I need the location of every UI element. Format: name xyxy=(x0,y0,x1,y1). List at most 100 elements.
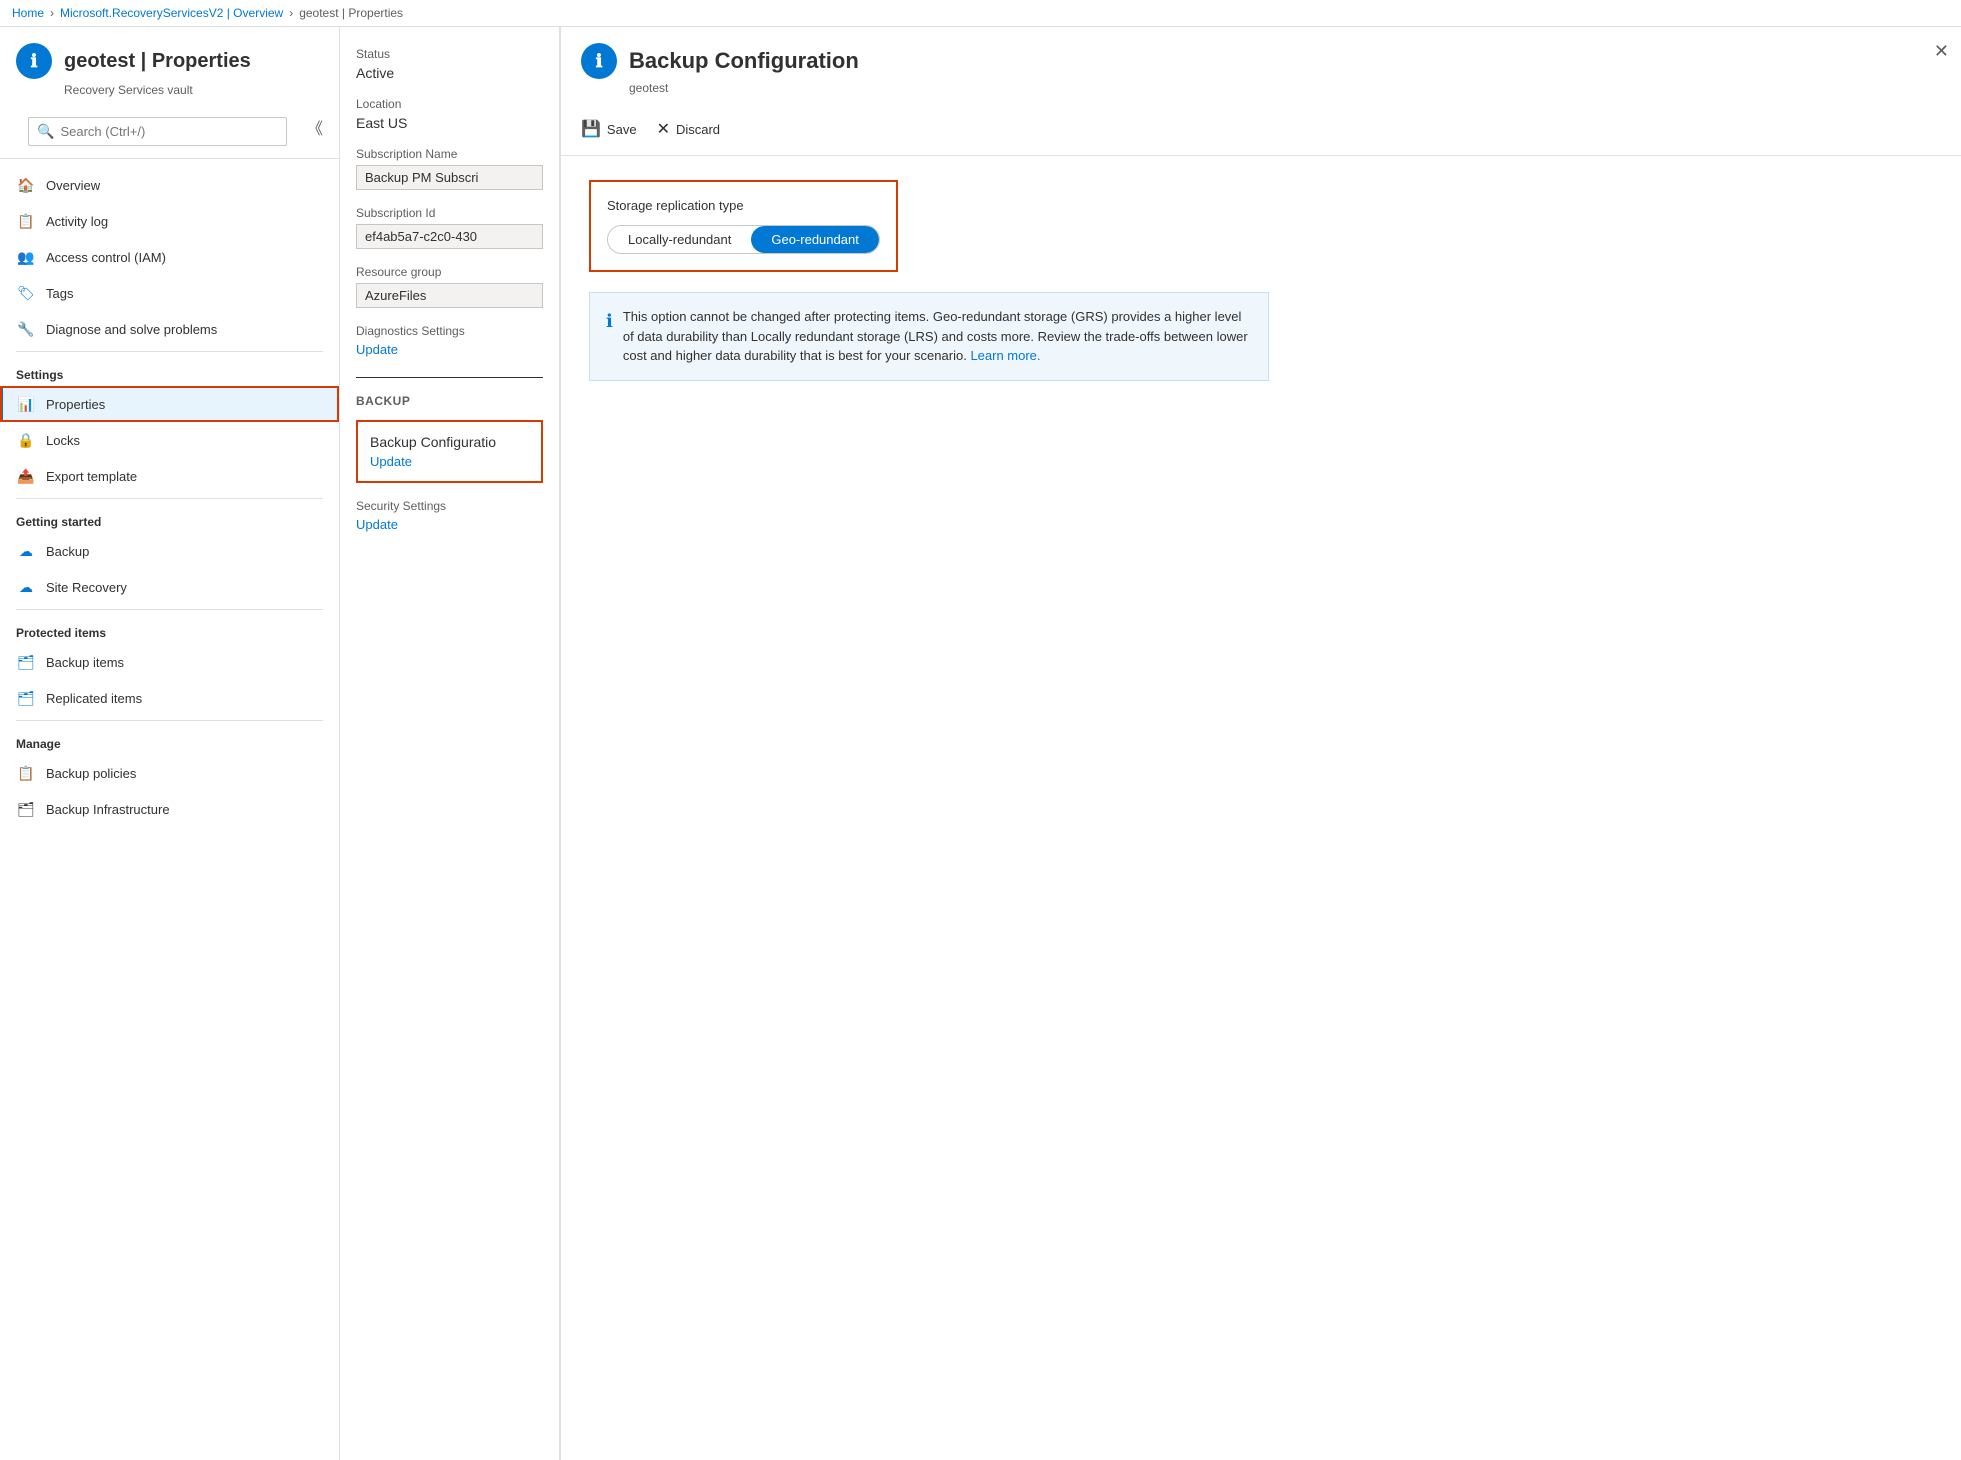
subscription-id-value: ef4ab5a7-c2c0-430 xyxy=(356,224,543,249)
backup-cloud-icon: ☁ xyxy=(16,541,36,561)
sidebar-item-backup-policies[interactable]: 📋 Backup policies xyxy=(0,755,339,791)
sidebar-item-label-locks: Locks xyxy=(46,433,80,448)
settings-section-header: Settings xyxy=(0,356,339,386)
divider-protected-items xyxy=(16,609,323,610)
right-panel-header: ℹ Backup Configuration geotest 💾 Save ✕ … xyxy=(561,27,1961,156)
status-label: Status xyxy=(356,47,543,61)
tags-icon: 🏷 xyxy=(16,283,36,303)
divider-manage xyxy=(16,720,323,721)
storage-replication-label: Storage replication type xyxy=(607,198,880,213)
backup-infrastructure-icon: 🗂 xyxy=(16,799,36,819)
properties-icon: 📊 xyxy=(16,394,36,414)
backup-policies-icon: 📋 xyxy=(16,763,36,783)
discard-label: Discard xyxy=(676,122,720,137)
replicated-items-icon: 🗂 xyxy=(16,688,36,708)
sidebar-item-access-control[interactable]: 👥 Access control (IAM) xyxy=(0,239,339,275)
panel-subtitle: Recovery Services vault xyxy=(64,83,323,97)
sidebar-item-properties[interactable]: 📊 Properties xyxy=(0,386,339,422)
sidebar-item-label-export: Export template xyxy=(46,469,137,484)
sidebar-item-locks[interactable]: 🔒 Locks xyxy=(0,422,339,458)
panel-title: geotest | Properties xyxy=(64,50,251,73)
locks-icon: 🔒 xyxy=(16,430,36,450)
sidebar-item-activity-log[interactable]: 📋 Activity log xyxy=(0,203,339,239)
sidebar-item-label-backup-infrastructure: Backup Infrastructure xyxy=(46,802,170,817)
access-control-icon: 👥 xyxy=(16,247,36,267)
location-value: East US xyxy=(356,115,543,131)
breadcrumb: Home › Microsoft.RecoveryServicesV2 | Ov… xyxy=(0,0,1961,27)
close-button[interactable]: ✕ xyxy=(1934,41,1949,62)
panel-header: ℹ geotest | Properties Recovery Services… xyxy=(0,27,339,159)
properties-panel: Status Active Location East US Subscript… xyxy=(340,27,560,1460)
search-input[interactable] xyxy=(60,124,278,139)
collapse-icon[interactable]: 《 xyxy=(307,115,323,139)
sidebar-item-label-activity-log: Activity log xyxy=(46,214,108,229)
sidebar-item-label-backup-policies: Backup policies xyxy=(46,766,136,781)
sidebar-item-overview[interactable]: 🏠 Overview xyxy=(0,167,339,203)
security-settings-update-link[interactable]: Update xyxy=(356,517,398,532)
sidebar-item-export-template[interactable]: 📤 Export template xyxy=(0,458,339,494)
sidebar-item-backup-infrastructure[interactable]: 🗂 Backup Infrastructure xyxy=(0,791,339,827)
status-value: Active xyxy=(356,65,543,81)
sidebar-item-label-properties: Properties xyxy=(46,397,105,412)
backup-config-icon: ℹ xyxy=(581,43,617,79)
geo-redundant-option[interactable]: Geo-redundant xyxy=(751,226,878,253)
backup-configuration-panel: ✕ ℹ Backup Configuration geotest 💾 Save … xyxy=(560,27,1961,1460)
sidebar-item-replicated-items[interactable]: 🗂 Replicated items xyxy=(0,680,339,716)
storage-type-toggle[interactable]: Locally-redundant Geo-redundant xyxy=(607,225,880,254)
export-icon: 📤 xyxy=(16,466,36,486)
sidebar-item-backup[interactable]: ☁ Backup xyxy=(0,533,339,569)
site-recovery-icon: ☁ xyxy=(16,577,36,597)
info-icon: ℹ xyxy=(606,308,613,366)
vault-icon: ℹ xyxy=(16,43,52,79)
locally-redundant-option[interactable]: Locally-redundant xyxy=(608,226,751,253)
toolbar: 💾 Save ✕ Discard xyxy=(581,107,1941,143)
diagnostics-label: Diagnostics Settings xyxy=(356,324,543,338)
sidebar-item-label-diagnose: Diagnose and solve problems xyxy=(46,322,217,337)
backup-config-update-link[interactable]: Update xyxy=(370,454,412,469)
overview-icon: 🏠 xyxy=(16,175,36,195)
sidebar-item-diagnose[interactable]: 🔧 Diagnose and solve problems xyxy=(0,311,339,347)
diagnostics-update-link[interactable]: Update xyxy=(356,342,398,357)
search-icon: 🔍 xyxy=(37,123,54,140)
subscription-name-label: Subscription Name xyxy=(356,147,543,161)
backup-items-icon: 🗂 xyxy=(16,652,36,672)
divider-getting-started xyxy=(16,498,323,499)
right-panel-body: Storage replication type Locally-redunda… xyxy=(561,156,1961,1460)
breadcrumb-current: geotest | Properties xyxy=(299,6,403,20)
sidebar-item-label-site-recovery: Site Recovery xyxy=(46,580,127,595)
breadcrumb-home[interactable]: Home xyxy=(12,6,44,20)
backup-config-title: Backup Configuratio xyxy=(370,434,529,450)
backup-divider xyxy=(356,377,543,378)
storage-replication-box: Storage replication type Locally-redunda… xyxy=(589,180,898,272)
save-button[interactable]: 💾 Save xyxy=(581,115,637,143)
protected-items-section-header: Protected items xyxy=(0,614,339,644)
resource-group-value: AzureFiles xyxy=(356,283,543,308)
subscription-name-value: Backup PM Subscri xyxy=(356,165,543,190)
info-box: ℹ This option cannot be changed after pr… xyxy=(589,292,1269,381)
diagnose-icon: 🔧 xyxy=(16,319,36,339)
subscription-id-label: Subscription Id xyxy=(356,206,543,220)
sidebar-item-tags[interactable]: 🏷 Tags xyxy=(0,275,339,311)
right-panel-title: Backup Configuration xyxy=(629,48,859,74)
save-icon: 💾 xyxy=(581,119,601,139)
sidebar-item-site-recovery[interactable]: ☁ Site Recovery xyxy=(0,569,339,605)
left-sidebar: ℹ geotest | Properties Recovery Services… xyxy=(0,27,340,1460)
info-text: This option cannot be changed after prot… xyxy=(623,307,1252,366)
sidebar-item-label-access-control: Access control (IAM) xyxy=(46,250,166,265)
breadcrumb-overview[interactable]: Microsoft.RecoveryServicesV2 | Overview xyxy=(60,6,283,20)
sidebar-item-backup-items[interactable]: 🗂 Backup items xyxy=(0,644,339,680)
activity-log-icon: 📋 xyxy=(16,211,36,231)
getting-started-section-header: Getting started xyxy=(0,503,339,533)
search-box[interactable]: 🔍 xyxy=(28,117,287,146)
backup-config-box: Backup Configuratio Update xyxy=(356,420,543,483)
nav-list: 🏠 Overview 📋 Activity log 👥 Access contr… xyxy=(0,159,339,1460)
sidebar-item-label-tags: Tags xyxy=(46,286,73,301)
discard-button[interactable]: ✕ Discard xyxy=(657,115,720,143)
manage-section-header: Manage xyxy=(0,725,339,755)
learn-more-link[interactable]: Learn more. xyxy=(970,348,1040,363)
location-label: Location xyxy=(356,97,543,111)
sidebar-item-label-replicated-items: Replicated items xyxy=(46,691,142,706)
right-panel-subtitle: geotest xyxy=(629,81,1941,95)
divider-settings xyxy=(16,351,323,352)
save-label: Save xyxy=(607,122,637,137)
